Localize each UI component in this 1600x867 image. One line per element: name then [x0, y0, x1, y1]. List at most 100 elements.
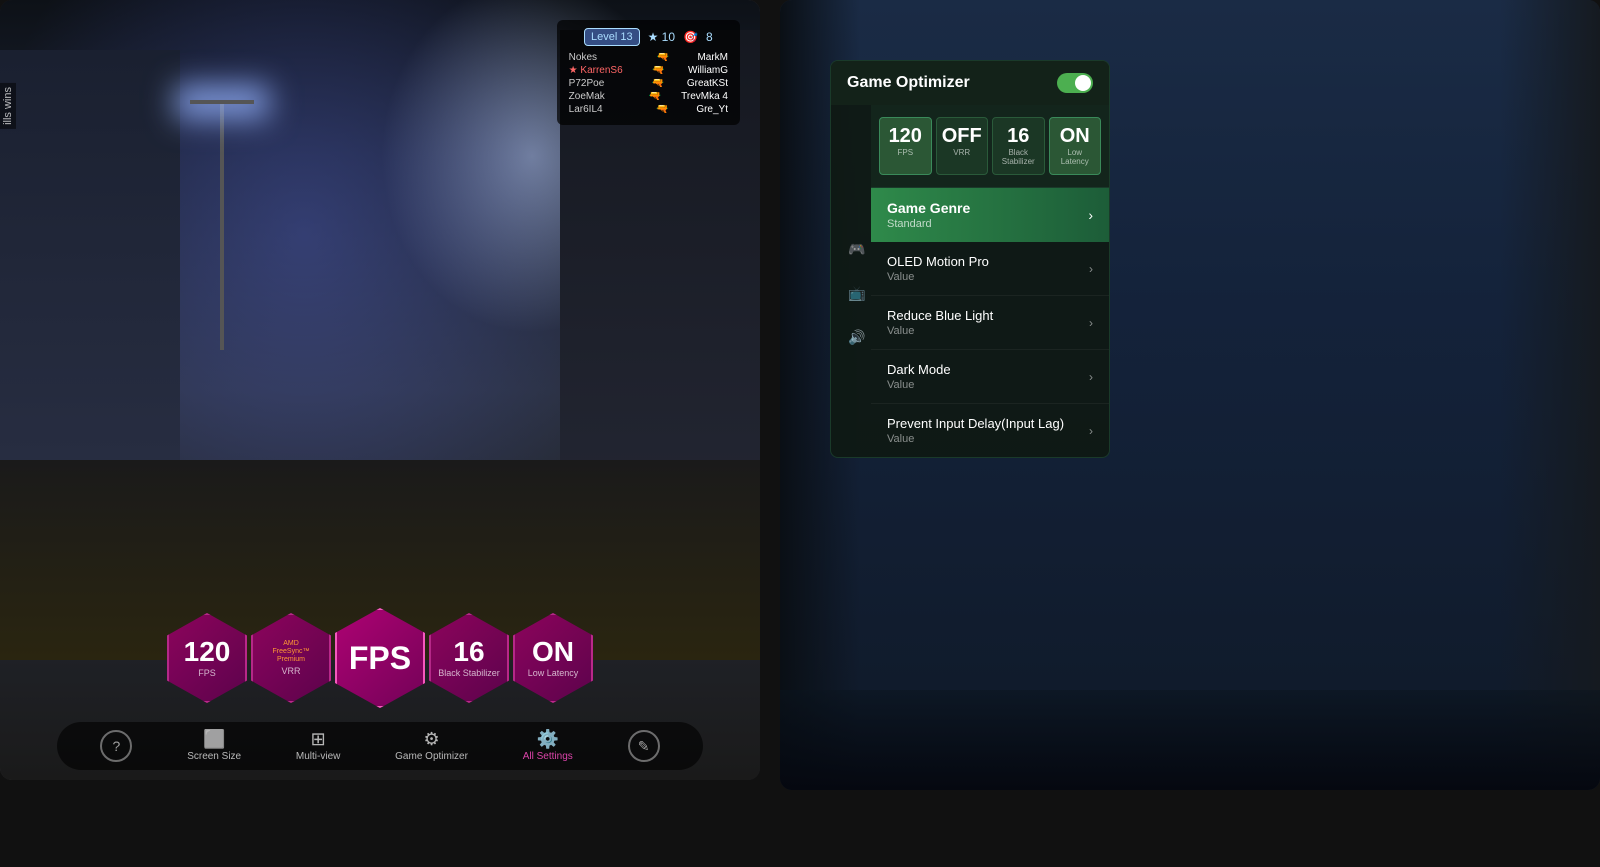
all-settings-button[interactable]: ⚙️ All Settings: [523, 730, 573, 762]
game-genre-text-group: Game Genre Standard: [887, 200, 970, 230]
lamp-post: [220, 100, 224, 350]
multiview-icon: ⊞: [311, 730, 326, 748]
game-optimizer-button[interactable]: ⚙ Game Optimizer: [395, 730, 468, 762]
player5-score: Gre_Yt: [696, 104, 728, 115]
oled-motion-menu-item[interactable]: OLED Motion Pro Value ›: [871, 242, 1109, 296]
dark-mode-text-group: Dark Mode Value: [887, 362, 951, 391]
game-genre-chevron: ›: [1088, 207, 1093, 223]
reduce-blue-light-menu-item[interactable]: Reduce Blue Light Value ›: [871, 296, 1109, 350]
qs-vrr-value: OFF: [941, 126, 984, 146]
reduce-blue-light-text-group: Reduce Blue Light Value: [887, 308, 993, 337]
edit-button[interactable]: ✎: [628, 730, 660, 762]
stats-row: 120 FPS AMDFreeSync™Premium VRR FPS 16 B…: [38, 608, 722, 708]
scoreboard-header: Level 13 ★ 10 🎯 8: [569, 28, 728, 46]
screen-size-button[interactable]: ⬜ Screen Size: [187, 730, 241, 762]
game-genre-menu-item[interactable]: Game Genre Standard ›: [871, 188, 1109, 242]
low-latency-label: Low Latency: [528, 668, 579, 678]
help-icon: ?: [112, 738, 120, 754]
player4-name: ZoeMak: [569, 91, 629, 102]
qs-vrr-label: VRR: [941, 148, 984, 157]
dark-mode-label: Dark Mode: [887, 362, 951, 377]
help-button[interactable]: ?: [100, 730, 132, 762]
player1-name: Nokes: [569, 52, 629, 63]
quick-stats-row: 120 FPS OFF VRR 16 Black Stabilizer: [871, 105, 1109, 188]
side-icons: 🎮 📺 🔊: [843, 235, 871, 351]
fps-label: FPS: [198, 668, 216, 678]
scoreboard: Level 13 ★ 10 🎯 8 Nokes 🔫 MarkM ★ Karren…: [557, 20, 740, 125]
multiview-button[interactable]: ⊞ Multi-view: [296, 730, 340, 762]
game-hud: 120 FPS AMDFreeSync™Premium VRR FPS 16 B…: [38, 608, 722, 720]
oled-motion-label: OLED Motion Pro: [887, 254, 989, 269]
score-count: 8: [706, 30, 713, 44]
dark-mode-menu-item[interactable]: Dark Mode Value ›: [871, 350, 1109, 404]
screen-size-label: Screen Size: [187, 751, 241, 762]
qs-fps-label: FPS: [884, 148, 927, 157]
game-genre-label: Game Genre: [887, 200, 970, 216]
optimizer-panel: Game Optimizer 🎮 📺 🔊: [830, 60, 1110, 458]
reduce-blue-light-chevron: ›: [1089, 316, 1093, 330]
fps-main-stat: FPS: [335, 608, 425, 708]
qs-ll-value: ON: [1054, 126, 1097, 146]
optimizer-icon: ⚙: [423, 730, 439, 748]
optimizer-title: Game Optimizer: [847, 74, 970, 92]
optimizer-toggle[interactable]: [1057, 73, 1093, 93]
panel-body: 🎮 📺 🔊 120 FPS OFF: [831, 105, 1109, 457]
fps-value: 120: [184, 638, 231, 666]
cliff-right: [1500, 0, 1600, 790]
all-settings-icon: ⚙️: [537, 730, 559, 748]
qs-ll-label: Low Latency: [1054, 148, 1097, 166]
left-screen: ills wins Level 13 ★ 10 🎯 8 Nokes 🔫 Mark…: [0, 0, 760, 780]
right-screen: Game Optimizer 🎮 📺 🔊: [780, 0, 1600, 790]
bottom-toolbar: ? ⬜ Screen Size ⊞ Multi-view ⚙ Game Opti…: [57, 722, 703, 770]
input-lag-menu-item[interactable]: Prevent Input Delay(Input Lag) Value ›: [871, 404, 1109, 457]
qs-vrr: OFF VRR: [936, 117, 989, 175]
multiview-label: Multi-view: [296, 751, 340, 762]
player3-score: GreatKSt: [687, 78, 728, 89]
qs-fps: 120 FPS: [879, 117, 932, 175]
game-genre-sub: Standard: [887, 218, 970, 230]
game-background-right: Game Optimizer 🎮 📺 🔊: [780, 0, 1600, 790]
qs-black-stab: 16 Black Stabilizer: [992, 117, 1045, 175]
reduce-blue-light-sub: Value: [887, 325, 993, 337]
all-settings-label: All Settings: [523, 751, 573, 762]
score-row-5: Lar6IL4 🔫 Gre_Yt: [569, 104, 728, 115]
target-icon: 🎯: [683, 30, 698, 44]
qs-bs-label: Black Stabilizer: [997, 148, 1040, 166]
player2-score: WilliamG: [688, 65, 728, 76]
score-row-2: ★ KarrenS6 🔫 WilliamG: [569, 65, 728, 76]
level-badge: Level 13: [584, 28, 640, 46]
input-lag-text-group: Prevent Input Delay(Input Lag) Value: [887, 416, 1064, 445]
reduce-blue-light-label: Reduce Blue Light: [887, 308, 993, 323]
vrr-stat: AMDFreeSync™Premium VRR: [251, 613, 331, 703]
player3-name: P72Poe: [569, 78, 629, 89]
low-latency-value: ON: [532, 638, 574, 666]
panel-content: 120 FPS OFF VRR 16 Black Stabilizer: [871, 105, 1109, 457]
qs-bs-value: 16: [997, 126, 1040, 146]
sound-icon-btn[interactable]: 🔊: [843, 323, 871, 351]
player5-name: Lar6IL4: [569, 104, 629, 115]
kills-wins-text: ills wins: [0, 83, 16, 129]
oled-motion-sub: Value: [887, 271, 989, 283]
player4-score: TrevMka 4: [681, 91, 728, 102]
qs-fps-value: 120: [884, 126, 927, 146]
screens-container: ills wins Level 13 ★ 10 🎯 8 Nokes 🔫 Mark…: [0, 0, 1600, 867]
display-icon-btn[interactable]: 📺: [843, 279, 871, 307]
fps-stat: 120 FPS: [167, 613, 247, 703]
game-background-left: ills wins Level 13 ★ 10 🎯 8 Nokes 🔫 Mark…: [0, 0, 760, 780]
optimizer-label: Game Optimizer: [395, 751, 468, 762]
screen-size-icon: ⬜: [203, 730, 225, 748]
input-lag-label: Prevent Input Delay(Input Lag): [887, 416, 1064, 431]
input-lag-chevron: ›: [1089, 424, 1093, 438]
black-stabilizer-stat: 16 Black Stabilizer: [429, 613, 509, 703]
freesync-badge: AMDFreeSync™Premium: [273, 640, 310, 663]
low-latency-stat: ON Low Latency: [513, 613, 593, 703]
black-stab-label: Black Stabilizer: [438, 668, 500, 678]
gamepad-icon-btn[interactable]: 🎮: [843, 235, 871, 263]
dark-mode-chevron: ›: [1089, 370, 1093, 384]
edit-icon: ✎: [638, 738, 650, 755]
player1-score: MarkM: [697, 52, 728, 63]
stars-count: ★ 10: [648, 30, 675, 44]
vrr-label: VRR: [281, 666, 300, 676]
floor-area: [780, 690, 1600, 790]
oled-motion-text-group: OLED Motion Pro Value: [887, 254, 989, 283]
